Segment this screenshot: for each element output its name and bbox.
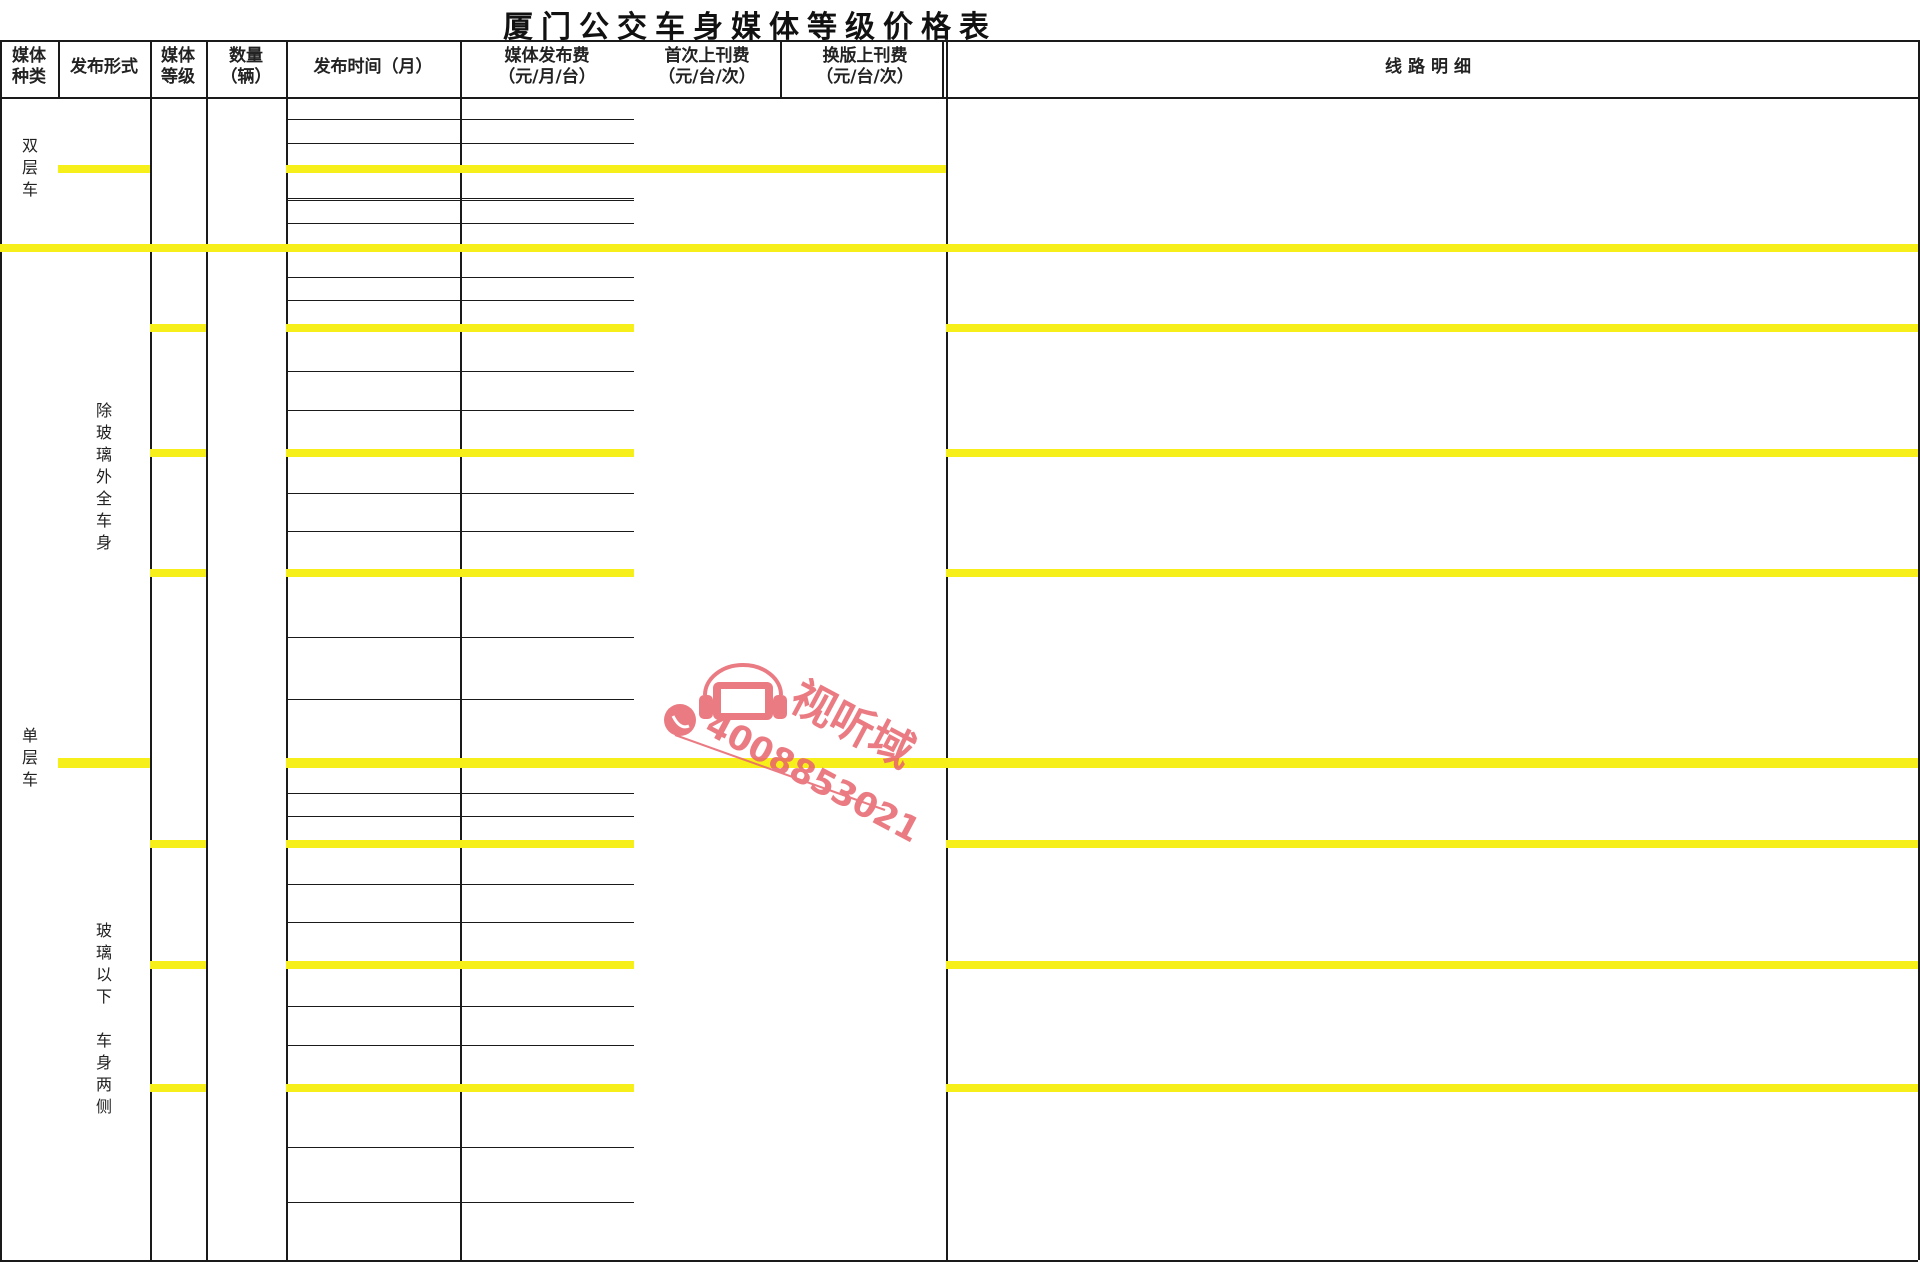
grid-line [0, 97, 1918, 99]
highlight-band [286, 840, 634, 848]
grid-line [206, 40, 208, 1260]
header-first-fee: 首次上刊费 （元/台/次） [658, 46, 756, 87]
grid-line [286, 793, 634, 794]
grid-line [286, 1202, 634, 1204]
route-list [948, 337, 1914, 446]
highlight-band [286, 449, 634, 457]
highlight-band [58, 165, 150, 173]
grid-line [150, 40, 152, 1260]
highlight-band [0, 244, 1918, 252]
grid-line [286, 300, 634, 301]
header-format: 发布形式 [70, 57, 138, 77]
route-list [948, 460, 1914, 566]
grid-line [0, 40, 1918, 42]
grid-line [286, 530, 634, 532]
grid-line [286, 637, 634, 639]
phone-icon [664, 704, 696, 736]
highlight-band [286, 569, 634, 577]
grid-line [286, 493, 634, 495]
grid-line [942, 40, 944, 97]
grid-line [286, 922, 634, 923]
grid-line [58, 40, 60, 97]
highlight-band [150, 1084, 206, 1092]
highlight-band [286, 324, 634, 332]
highlight-band [150, 961, 206, 969]
grid-line [286, 223, 634, 224]
grid-line [286, 698, 634, 700]
highlight-band [150, 569, 206, 577]
header-routes: 线路明细 [1385, 57, 1477, 77]
single-type-label: 单 层 车 [21, 726, 38, 789]
header-period: 发布时间（月） [313, 57, 433, 77]
route-list [948, 580, 1914, 758]
watermark-logo: 视听域 4008853021 [664, 663, 927, 851]
highlight-band [286, 165, 946, 173]
grid-line [0, 40, 2, 1260]
grid-line [0, 1260, 1918, 1262]
grid-line [286, 1006, 634, 1008]
route-list [948, 972, 1914, 1081]
highlight-band [946, 1084, 1918, 1092]
format-label-sides: 玻 璃 以 下 车 身 两 侧 [95, 921, 112, 1116]
header-grade: 媒体 等级 [161, 46, 195, 87]
grid-line [286, 1146, 634, 1148]
grid-line [286, 884, 634, 885]
highlight-band [150, 840, 206, 848]
grid-line [286, 1044, 634, 1046]
highlight-band [946, 961, 1918, 969]
route-list [948, 1095, 1914, 1256]
highlight-band [286, 961, 634, 969]
highlight-band [946, 449, 1918, 457]
highlight-band [946, 324, 1918, 332]
highlight-band [946, 569, 1918, 577]
grid-line [286, 200, 634, 201]
grid-line [286, 277, 634, 278]
highlight-band [150, 449, 206, 457]
double-type-label: 双 层 车 [21, 136, 38, 199]
header-media-type: 媒体 种类 [12, 46, 46, 87]
highlight-band [286, 758, 1918, 768]
highlight-band [150, 324, 206, 332]
header-quantity: 数量 （辆） [220, 46, 272, 87]
grid-line [780, 40, 782, 97]
route-list [948, 850, 1914, 958]
highlight-band [946, 840, 1918, 848]
format-label-full: 除 玻 璃 外 全 车 身 [95, 401, 112, 552]
highlight-band [58, 758, 150, 768]
header-change-fee: 换版上刊费 （元/台/次） [816, 46, 914, 87]
header-fee: 媒体发布费 （元/月/台） [498, 46, 596, 87]
grid-line [286, 409, 634, 411]
grid-line [286, 371, 634, 373]
grid-line [286, 143, 634, 144]
highlight-band [286, 1084, 634, 1092]
grid-line [286, 816, 634, 817]
grid-line [286, 119, 634, 120]
grid-line [286, 198, 634, 199]
